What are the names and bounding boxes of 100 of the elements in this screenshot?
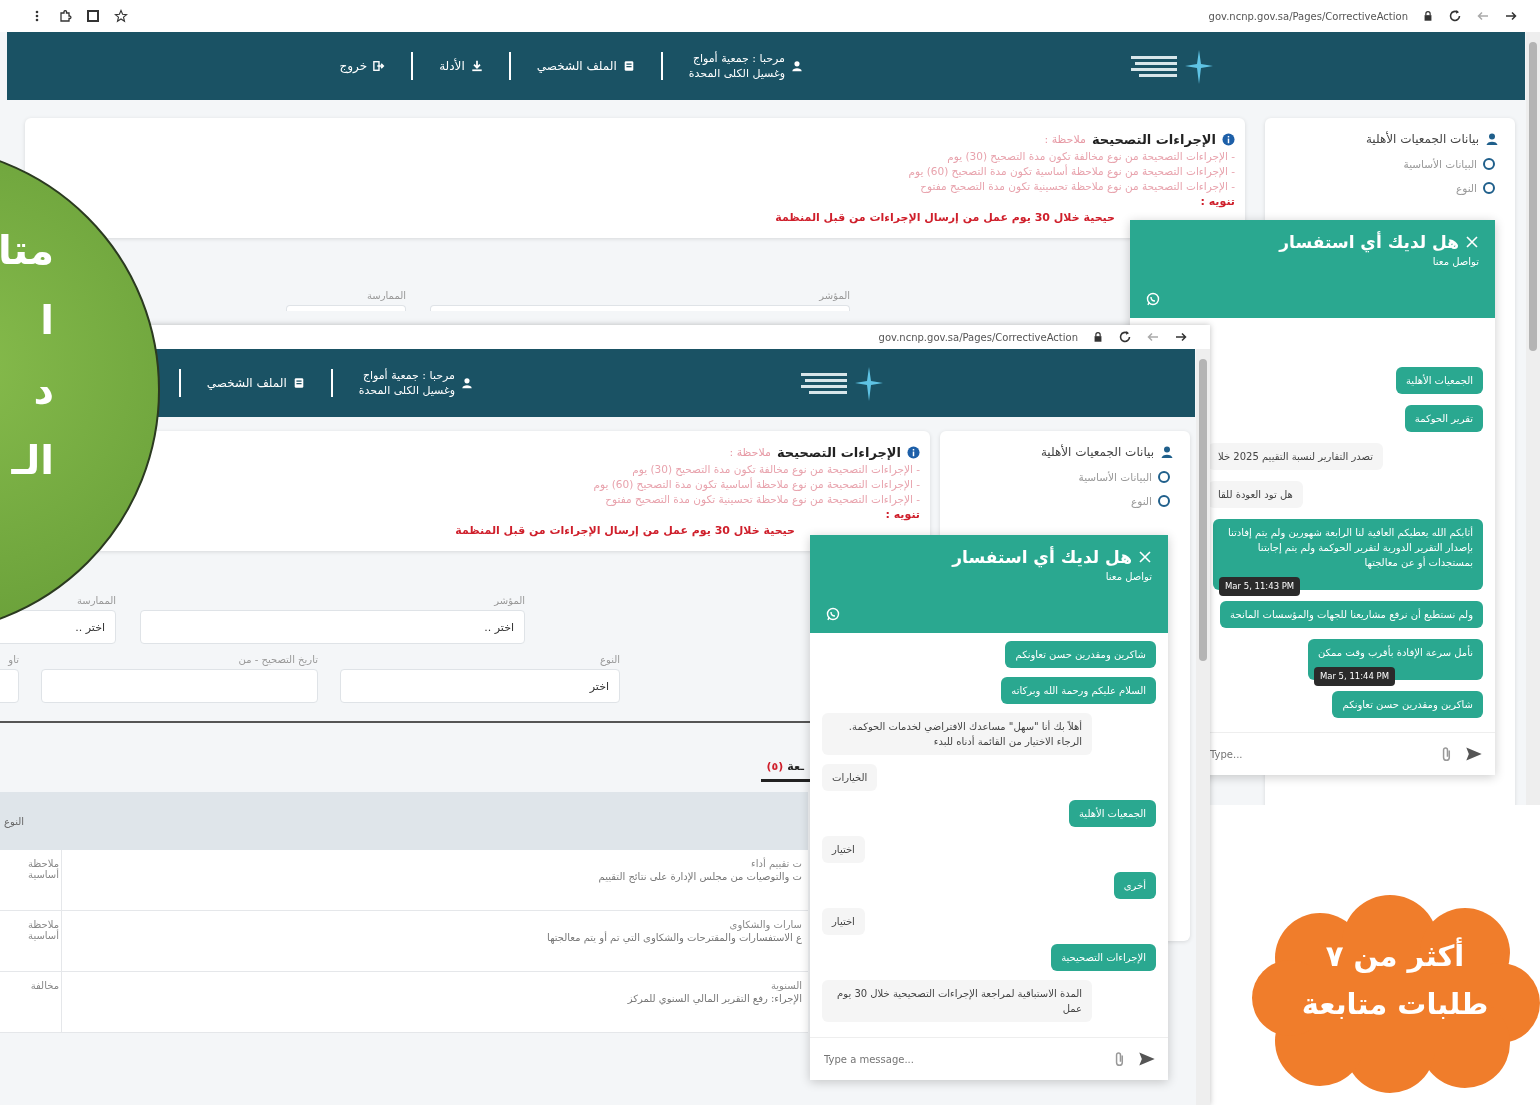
field-label: المؤشر [819,290,850,301]
chat-message: أهلاً بك أنا "سهل" مساعدك الافتراضي لخدمات الحوكمة. الرجاء الاختيار من القائمة أدناه للبدء [822,713,1092,755]
message-input[interactable]: Type a message... [822,1052,1102,1066]
chat-bubble-icon [826,607,840,621]
sidebar-title: بيانات الجمعيات الأهلية [1040,445,1154,459]
reload-icon [1118,330,1132,344]
note-label: ملاحظة : [1044,133,1086,146]
table-row[interactable]: سارات والشكاوى ع الاستفسارات والمقترحات والشكاوى التي تم أو يتم معالجتها ملاحظة أساسية [0,911,808,972]
field-label: تاو [8,654,19,665]
chat-subtitle: تواصل معنا [1432,256,1479,267]
chat-message: الخيارات [822,764,878,791]
chat-message: الجمعيات الأهلية [1396,367,1483,394]
badge-text: متا [0,226,54,275]
warning-text: حيحية خلال 30 يوم عمل من إرسال الإجراءات من قبل المنظمة [455,524,795,537]
chat-message: الإجراءات التصحيحية [1051,944,1156,971]
id-card-icon [292,377,305,389]
close-icon [1138,550,1152,564]
table-cell: السنوية [770,980,802,991]
lock-icon [1422,10,1434,22]
user-icon [461,377,473,389]
select-field[interactable] [41,669,318,703]
timestamp-badge: Mar 5, 11:43 PM [1219,577,1301,596]
note-text: - الإجراءات التصحيحة من نوع مخالفة تكون مدة التصحيح (30) يوم [632,463,920,475]
back-arrow-icon [1476,9,1490,23]
note-text: - الإجراءات التصحيحة من نوع ملاحظة أساسية تكون مدة التصحيح (60) يوم [593,478,920,490]
warning-label: تنويه : [1200,195,1235,208]
chat-message: الجمعيات الأهلية [1069,800,1156,827]
note-text: - الإجراءات التصحيحة من نوع ملاحظة تحسينية تكون مدة التصحيح مفتوح [605,493,920,505]
note-text: - الإجراءات التصحيحة من نوع مخالفة تكون مدة التصحيح (30) يوم [947,150,1235,162]
table-row[interactable]: ت تقييم أداء ت والتوصيات من مجلس الإدارة على نتائج التقييم ملاحظة أساسية [0,850,808,911]
download-icon [470,60,483,72]
table-cell: ع الاستفسارات والمقترحات والشكاوى التي تم أو يتم معالجتها [547,932,802,943]
chat-title: هل لديك أي استفسار [1279,232,1459,252]
chat-message: اختيار [822,836,865,863]
chat-title: هل لديك أي استفسار [952,547,1132,567]
forward-arrow-icon [1504,9,1518,23]
sidebar-title: بيانات الجمعيات الأهلية [1365,132,1479,146]
note-text: - الإجراءات التصحيحة من نوع ملاحظة تحسينية تكون مدة التصحيح مفتوح [920,180,1235,192]
note-text: - الإجراءات التصحيحة من نوع ملاحظة أساسية تكون مدة التصحيح (60) يوم [908,165,1235,177]
send-icon [1465,745,1483,763]
chat-message: تقرير الحوكمة [1404,405,1483,432]
section-title: الإجراءات التصحيحة [1091,132,1216,147]
callout-text: أكثر من ٧ [1325,936,1465,975]
select-field[interactable]: اختر .. [140,610,525,644]
nav-link[interactable]: الأدلة [413,59,509,73]
window-icon [86,9,100,23]
field-label: المؤشر [494,595,525,606]
chat-bubble-icon [1146,292,1160,306]
chat-message: شاكرين ومقدرين حسن تعاونكم [1005,641,1156,668]
field-label: النوع [600,654,620,665]
select-field[interactable]: اختر .. [0,610,116,644]
chat-message: اختيار [822,908,865,935]
user-icon [1160,445,1174,459]
table-cell: مخالفة [0,972,62,1032]
select-field[interactable] [286,305,406,311]
extension-icon [58,9,72,23]
scrollbar[interactable] [1196,349,1210,1105]
send-icon [1138,1050,1156,1068]
chat-message: شاكرين ومقدرين حسن تعاونكم [1332,691,1483,718]
address-bar[interactable]: gov.ncnp.gov.sa/Pages/CorrectiveAction [1208,10,1408,22]
reload-icon [1448,9,1462,23]
info-icon [1222,133,1235,146]
info-icon [907,446,920,459]
section-title: الإجراءات التصحيحة [776,445,901,460]
back-arrow-icon [1146,330,1160,344]
lock-icon [1092,331,1104,343]
chat-subtitle: تواصل معنا [1105,571,1152,582]
warning-label: تنويه : [885,508,920,521]
chat-message: هل تود العودة للقا [1208,481,1303,508]
chat-message: أخرى [1113,872,1156,899]
badge-text: ا [40,296,54,345]
id-card-icon [622,60,635,72]
table-cell: الإجراء: رفع التقرير المالي السنوي للمركز [627,993,802,1004]
callout-text: طلبات متابعة [1301,986,1489,1023]
forward-arrow-icon [1174,330,1188,344]
table-cell: سارات والشكاوى [729,919,802,930]
column-header: النوع [4,815,24,827]
warning-text: حيحية خلال 30 يوم عمل من إرسال الإجراءات من قبل المنظمة [775,211,1115,224]
table-row[interactable]: السنوية الإجراء: رفع التقرير المالي السنوي للمركز مخالفة [0,972,808,1033]
table-cell: ملاحظة أساسية [0,850,62,910]
table-cell: ت تقييم أداء [751,858,802,869]
note-label: ملاحظة : [729,446,771,459]
message-input[interactable]: Type... [1208,747,1429,761]
scrollbar[interactable] [1526,32,1540,805]
address-bar[interactable]: gov.ncnp.gov.sa/Pages/CorrectiveAction [878,331,1078,343]
table-cell: ملاحظة أساسية [0,911,62,971]
badge-text: د [33,366,54,415]
close-icon [1465,235,1479,249]
nav-link[interactable]: خروج [313,59,412,73]
user-icon [1485,132,1499,146]
field-label: الممارسة [367,290,406,301]
greeting-text: مرحبا : جمعية أمواج وغسيل الكلى المحدة [688,51,785,81]
nav-link[interactable]: الملف الشخصي [180,376,331,390]
field-label: الممارسة [77,595,116,606]
chat-message: المدة الاستباقية لمراجعة الإجراءات التصحيحية خلال 30 يوم عمل [822,980,1092,1022]
nav-link[interactable]: الملف الشخصي [510,59,661,73]
select-field[interactable]: اختر [340,669,620,703]
chat-message: تصدر التقارير لنسبة التقييم 2025 خلا [1208,443,1384,470]
select-field[interactable] [430,305,850,311]
greeting-text: مرحبا : جمعية أمواج وغسيل الكلى المحدة [358,368,455,398]
